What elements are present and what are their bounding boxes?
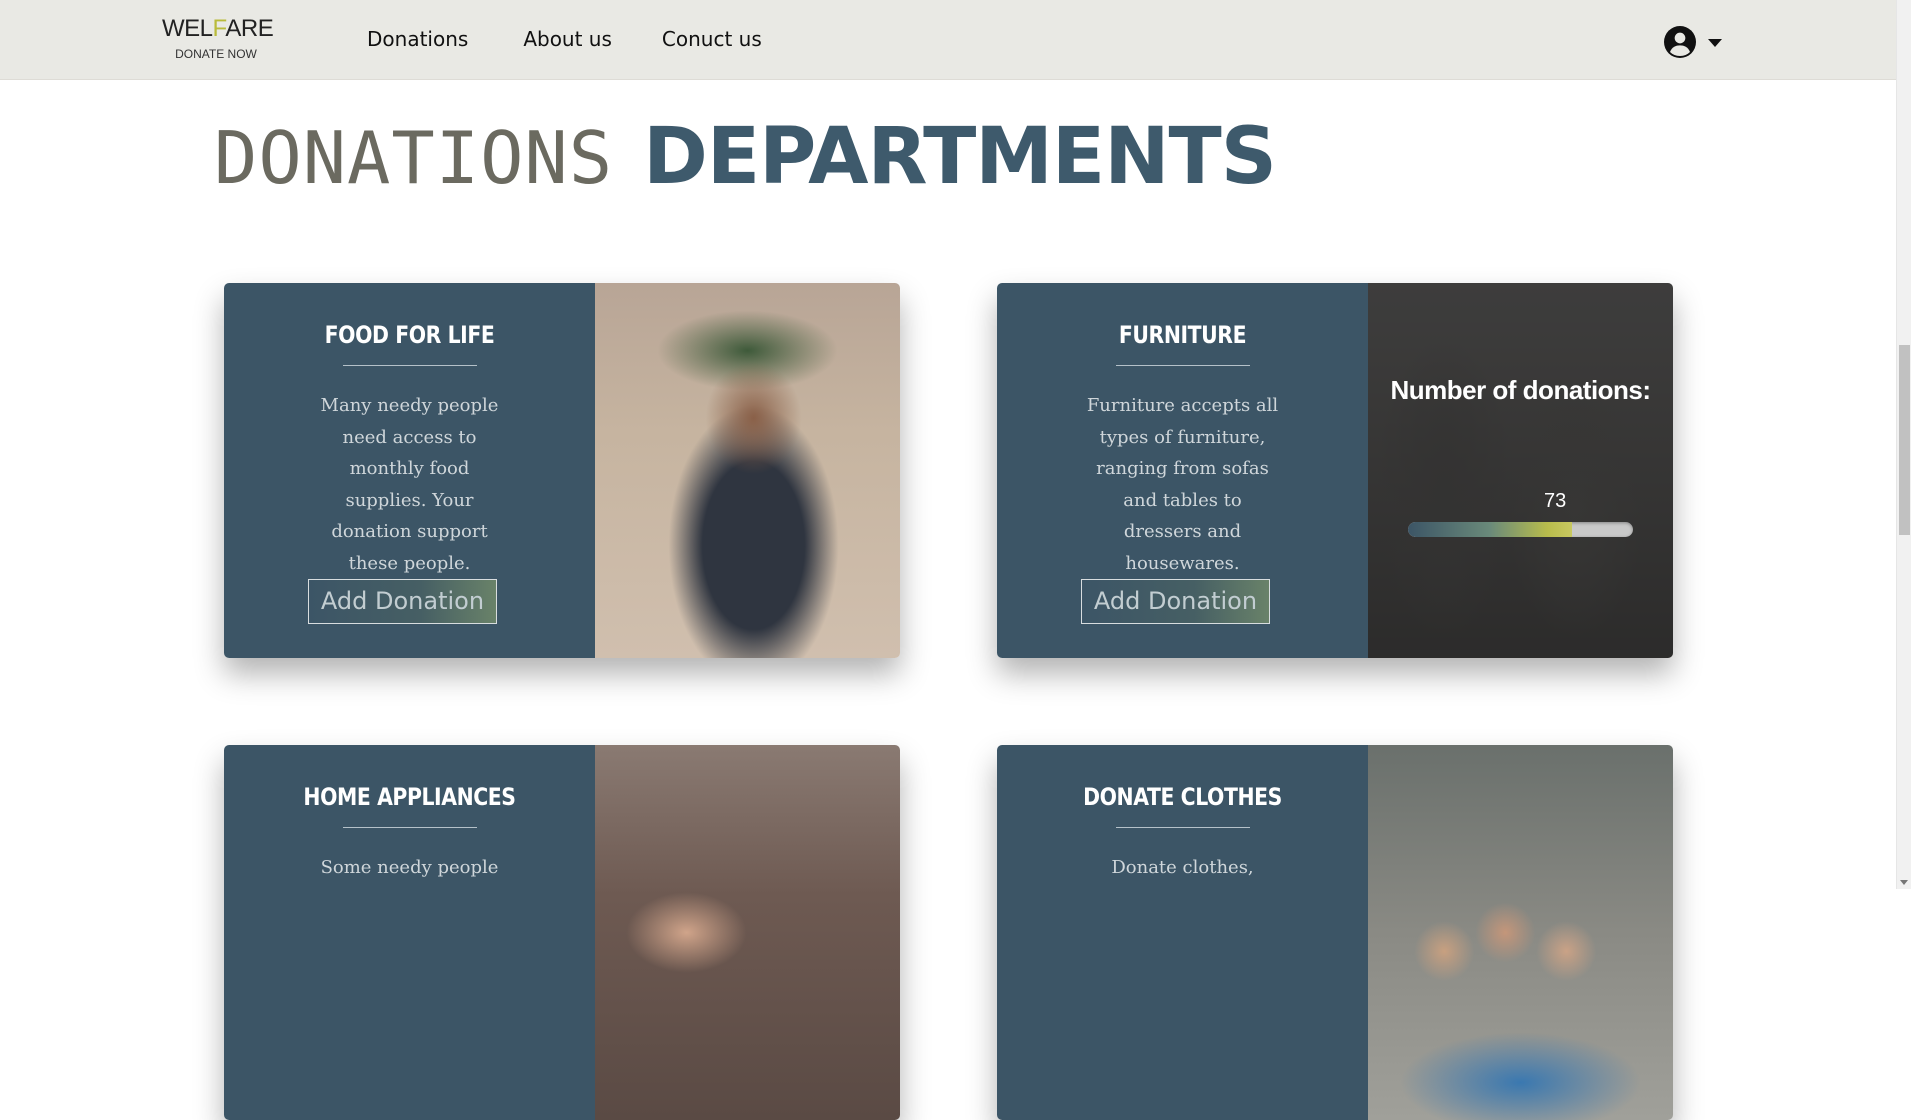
donation-stats-overlay: Number of donations: 73	[1368, 283, 1673, 658]
brand-subtitle: DONATE NOW	[175, 47, 257, 61]
page-title: DONATIONS DEPARTMENTS	[214, 112, 1277, 224]
add-donation-button[interactable]: Add Donation	[308, 579, 497, 624]
brand-logo[interactable]: WELFARE DONATE NOW	[162, 15, 274, 61]
child-with-bowl-photo	[595, 283, 900, 658]
laughing-child-photo	[595, 745, 900, 1120]
card-divider	[1115, 827, 1250, 828]
brand-title: WELFARE	[162, 15, 274, 42]
donation-progress-fill	[1408, 522, 1573, 537]
donation-progress-bar	[1408, 522, 1633, 537]
card-description: Many needy people need access to monthly…	[320, 395, 499, 574]
card-title: HOME APPLIANCES	[303, 783, 516, 811]
card-content-panel: HOME APPLIANCES Some needy people	[224, 745, 595, 1120]
donation-count-value: 73	[1544, 490, 1567, 512]
card-content-panel: FOOD FOR LIFE Many needy people need acc…	[224, 283, 595, 658]
card-image	[595, 283, 900, 658]
department-card-food: FOOD FOR LIFE Many needy people need acc…	[224, 283, 900, 658]
brand-title-accent: F	[212, 15, 226, 42]
page-scrollbar[interactable]	[1896, 0, 1911, 889]
user-menu-toggle[interactable]	[1664, 26, 1722, 58]
add-donation-button[interactable]: Add Donation	[1081, 579, 1270, 624]
caret-down-icon	[1708, 39, 1722, 47]
donation-count-label: Number of donations:	[1390, 375, 1651, 405]
nav-link-about-us[interactable]: About us	[523, 27, 612, 51]
top-navbar: WELFARE DONATE NOW Donations About us Co…	[0, 0, 1896, 80]
scrollbar-thumb[interactable]	[1899, 345, 1910, 535]
page-title-part2: DEPARTMENTS	[643, 112, 1277, 202]
card-description: Furniture accepts all types of furniture…	[1086, 395, 1279, 574]
card-description: Donate clothes,	[1111, 857, 1254, 878]
account-circle-icon	[1664, 26, 1696, 58]
card-image	[1368, 745, 1673, 1120]
card-divider	[1115, 365, 1250, 366]
nav-links: Donations About us Conuct us	[367, 27, 817, 51]
card-content-panel: DONATE CLOTHES Donate clothes,	[997, 745, 1368, 1120]
card-description: Some needy people	[320, 857, 499, 878]
card-divider	[342, 827, 477, 828]
department-card-furniture: FURNITURE Furniture accepts all types of…	[997, 283, 1673, 658]
page-title-part1: DONATIONS	[214, 116, 614, 200]
card-divider	[342, 365, 477, 366]
department-card-clothes: DONATE CLOTHES Donate clothes,	[997, 745, 1673, 1120]
scroll-down-arrow-icon[interactable]	[1900, 880, 1908, 885]
nav-link-donations[interactable]: Donations	[367, 27, 468, 51]
nav-link-contact-us[interactable]: Conuct us	[662, 27, 762, 51]
card-title: FOOD FOR LIFE	[324, 321, 495, 349]
card-title: FURNITURE	[1118, 321, 1247, 349]
group-of-children-photo	[1368, 745, 1673, 1120]
card-title: DONATE CLOTHES	[1083, 783, 1282, 811]
department-card-appliances: HOME APPLIANCES Some needy people	[224, 745, 900, 1120]
card-content-panel: FURNITURE Furniture accepts all types of…	[997, 283, 1368, 658]
card-image	[595, 745, 900, 1120]
card-image[interactable]: Number of donations: 73	[1368, 283, 1673, 658]
